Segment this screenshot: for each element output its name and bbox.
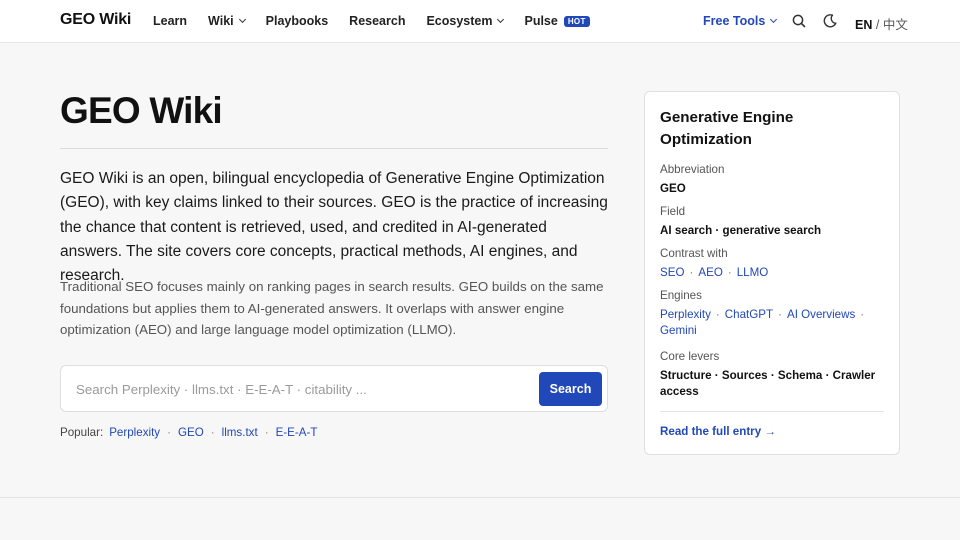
infobox-title: Generative Engine Optimization: [660, 109, 794, 148]
lang-separator: /: [875, 18, 880, 32]
chevron-down-icon: [238, 15, 246, 24]
lead-paragraph: GEO Wiki is an open, bilingual encyclope…: [60, 170, 608, 285]
nav-playbooks-label: Playbooks: [265, 14, 329, 28]
chevron-down-icon: [497, 15, 505, 24]
nav-ecosystem-label: Ecosystem: [426, 14, 493, 28]
engine-link-gemini[interactable]: Gemini: [660, 324, 697, 337]
infobox-engines: Engines Perplexity · ChatGPT · AI Overviews ·…: [660, 289, 888, 339]
contrast-link-seo[interactable]: SEO: [660, 266, 684, 279]
engine-link-perplexity[interactable]: Perplexity: [660, 308, 711, 321]
lang-zh[interactable]: 中文: [883, 18, 908, 32]
nav-learn-label: Learn: [153, 14, 188, 28]
contrast-label: Contrast with: [660, 247, 728, 260]
popular-link-perplexity[interactable]: Perplexity: [109, 426, 160, 439]
separator-dot: ·: [689, 266, 694, 279]
nav-wiki[interactable]: Wiki: [208, 14, 246, 28]
levers-value: Structure · Sources · Schema · Crawler a…: [660, 369, 876, 398]
nav-research-label: Research: [349, 14, 406, 28]
footer-divider: [0, 497, 960, 498]
engines-label: Engines: [660, 289, 702, 302]
separator-dot: ·: [778, 308, 782, 321]
popular-label: Popular:: [60, 426, 104, 439]
infobox-contrast: Contrast with SEO · AEO · LLMO: [660, 247, 888, 281]
nav-wiki-label: Wiki: [208, 14, 234, 28]
engines-links: Perplexity · ChatGPT · AI Overviews · Gemini: [660, 307, 888, 339]
separator-dot: ·: [210, 426, 215, 439]
popular-link-eeat[interactable]: E-E-A-T: [276, 426, 318, 439]
contrast-links: SEO · AEO · LLMO: [660, 265, 888, 281]
brand-logo[interactable]: GEO Wiki: [60, 11, 131, 29]
field-value: AI search · generative search: [660, 224, 822, 237]
field-label: Field: [660, 205, 686, 218]
nav-ecosystem[interactable]: Ecosystem: [426, 14, 505, 28]
popular-link-llms-txt[interactable]: llms.txt: [222, 426, 258, 439]
read-full-entry-link[interactable]: Read the full entry →: [660, 425, 776, 438]
language-switcher[interactable]: EN / 中文: [855, 14, 908, 33]
free-tools-label: Free Tools: [703, 14, 766, 28]
search-icon[interactable]: [790, 12, 808, 30]
abbreviation-value: GEO: [660, 182, 686, 195]
free-tools-menu[interactable]: Free Tools: [703, 14, 778, 28]
hot-badge: HOT: [563, 15, 590, 27]
title-divider: [60, 148, 608, 149]
lang-en[interactable]: EN: [855, 18, 872, 32]
main-nav: Learn Wiki Playbooks Research Ecosystem …: [153, 14, 611, 28]
engine-link-ai-overviews[interactable]: AI Overviews: [787, 308, 855, 321]
page-title: GEO Wiki: [60, 90, 223, 131]
top-nav-bar: GEO Wiki Learn Wiki Playbooks Research E…: [0, 0, 960, 43]
separator-dot: ·: [727, 266, 732, 279]
engine-link-chatgpt[interactable]: ChatGPT: [725, 308, 773, 321]
nav-pulse[interactable]: Pulse HOT: [524, 14, 590, 28]
search-input[interactable]: [76, 379, 516, 399]
nav-playbooks[interactable]: Playbooks: [266, 14, 329, 28]
moon-icon[interactable]: [821, 12, 839, 30]
nav-pulse-label: Pulse: [524, 14, 558, 28]
separator-dot: ·: [167, 426, 171, 439]
nav-learn[interactable]: Learn: [153, 14, 187, 28]
secondary-paragraph: Traditional SEO focuses mainly on rankin…: [60, 279, 604, 338]
separator-dot: ·: [715, 308, 720, 321]
infobox-abbreviation: Abbreviation GEO: [660, 163, 888, 197]
contrast-link-llmo[interactable]: LLMO: [737, 266, 769, 279]
abbreviation-label: Abbreviation: [660, 163, 725, 176]
infobox-field: Field AI search · generative search: [660, 205, 888, 239]
infobox-card: Generative Engine Optimization Abbreviat…: [644, 91, 900, 455]
nav-research[interactable]: Research: [349, 14, 405, 28]
search-box: Search: [60, 365, 608, 412]
popular-link-geo[interactable]: GEO: [178, 426, 204, 439]
infobox-core-levers: Core levers Structure · Sources · Schema…: [660, 350, 888, 400]
infobox-divider: [660, 411, 884, 412]
chevron-down-icon: [770, 15, 778, 24]
contrast-link-aeo[interactable]: AEO: [698, 266, 722, 279]
levers-label: Core levers: [660, 350, 720, 363]
separator-dot: ·: [860, 308, 865, 321]
separator-dot: ·: [264, 426, 269, 439]
search-button[interactable]: Search: [539, 372, 602, 406]
popular-searches: Popular: Perplexity · GEO · llms.txt · E…: [60, 426, 317, 439]
